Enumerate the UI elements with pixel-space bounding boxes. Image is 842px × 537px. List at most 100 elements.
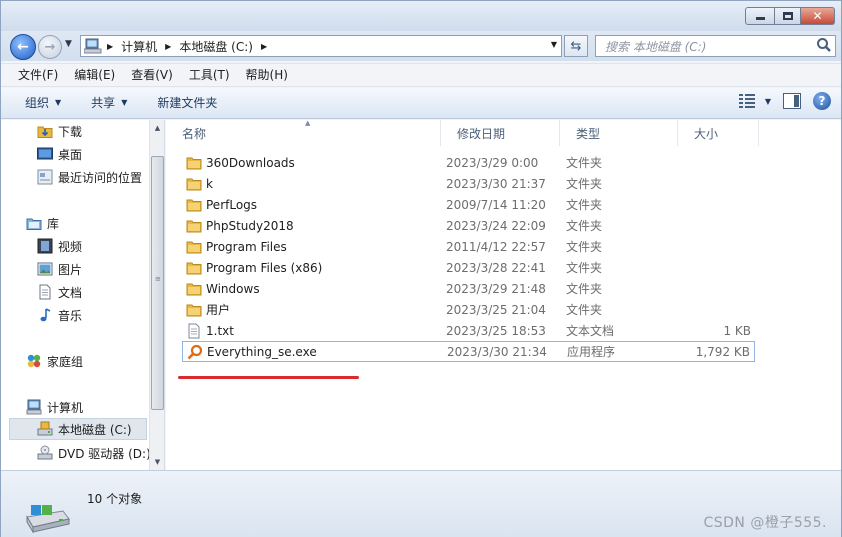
forward-button[interactable]: → xyxy=(38,35,62,59)
column-header-type[interactable]: 类型 xyxy=(560,120,678,146)
maximize-button[interactable] xyxy=(775,7,801,25)
file-row[interactable]: PerfLogs 2009/7/14 11:20 文件夹 xyxy=(182,194,755,215)
file-row[interactable]: PhpStudy2018 2023/3/24 22:09 文件夹 xyxy=(182,215,755,236)
folder-icon xyxy=(186,262,202,274)
nav-item-computer[interactable]: 计算机 xyxy=(26,396,83,418)
scroll-down-icon[interactable]: ▼ xyxy=(150,454,164,470)
nav-item-music[interactable]: 音乐 xyxy=(37,304,82,326)
close-button[interactable]: ✕ xyxy=(801,7,835,25)
share-button[interactable]: 共享 ▼ xyxy=(83,91,135,115)
column-header-date[interactable]: 修改日期 xyxy=(441,120,560,146)
column-header-label: 修改日期 xyxy=(457,126,506,141)
nav-item-label: 最近访问的位置 xyxy=(58,170,143,185)
menu-file[interactable]: 文件(F) xyxy=(10,64,66,86)
nav-item-videos[interactable]: 视频 xyxy=(37,235,82,257)
file-row[interactable]: Program Files 2011/4/12 22:57 文件夹 xyxy=(182,236,755,257)
view-controls: ▼ ? xyxy=(738,92,831,110)
file-row-selected[interactable]: Everything_se.exe 2023/3/30 21:34 应用程序 1… xyxy=(182,341,755,362)
nav-item-dvd-drive-d[interactable]: DVD 驱动器 (D:) xyxy=(37,442,151,464)
nav-item-local-disk-c[interactable]: 本地磁盘 (C:) xyxy=(9,418,147,440)
nav-item-documents[interactable]: 文档 xyxy=(37,281,82,303)
navigation-pane: 下载 桌面 最近访问的位置 库 视频 图片 文档 音乐 家庭组 计算机 本地磁盘… xyxy=(1,120,165,470)
minimize-icon xyxy=(755,17,765,20)
file-type: 文件夹 xyxy=(566,219,603,233)
menu-help[interactable]: 帮助(H) xyxy=(238,64,296,86)
file-list: 名称 ▲ 修改日期 类型 大小 360Downloads 2023/3/29 0… xyxy=(166,119,841,470)
file-row[interactable]: Program Files (x86) 2023/3/28 22:41 文件夹 xyxy=(182,257,755,278)
organize-button[interactable]: 组织 ▼ xyxy=(17,91,69,115)
help-button[interactable]: ? xyxy=(813,92,831,110)
column-header-name[interactable]: 名称 ▲ xyxy=(166,119,441,146)
computer-icon xyxy=(26,399,42,415)
breadcrumb-separator-icon[interactable]: ▶ xyxy=(257,42,271,51)
chevron-down-icon: ▼ xyxy=(121,98,128,107)
search-box[interactable]: 搜索 本地磁盘 (C:) xyxy=(595,35,836,57)
file-type: 文件夹 xyxy=(566,303,603,317)
everything-app-icon xyxy=(187,344,203,359)
folder-icon xyxy=(186,178,202,190)
nav-item-label: 下载 xyxy=(58,124,83,139)
share-label: 共享 xyxy=(91,96,116,110)
recent-pages-dropdown[interactable]: ▼ xyxy=(65,39,72,49)
file-row[interactable]: k 2023/3/30 21:37 文件夹 xyxy=(182,173,755,194)
file-name: 1.txt xyxy=(206,323,234,338)
file-date: 2023/3/30 21:34 xyxy=(447,344,547,359)
file-type: 文件夹 xyxy=(566,177,603,191)
nav-item-label: 家庭组 xyxy=(47,354,84,369)
nav-item-pictures[interactable]: 图片 xyxy=(37,258,82,280)
file-type: 文件夹 xyxy=(566,282,603,296)
refresh-button[interactable]: ⇆ xyxy=(564,35,588,57)
nav-pane-scrollbar[interactable]: ▲ ≡ ▼ xyxy=(149,120,164,470)
breadcrumb-computer[interactable]: 计算机 xyxy=(117,36,161,56)
breadcrumb-separator-icon[interactable]: ▶ xyxy=(103,42,117,51)
file-size: 1,792 KB xyxy=(695,344,750,359)
menu-edit[interactable]: 编辑(E) xyxy=(66,64,123,86)
menu-view[interactable]: 查看(V) xyxy=(123,64,181,86)
command-bar: 组织 ▼ 共享 ▼ 新建文件夹 ▼ ? xyxy=(1,88,841,119)
breadcrumb-separator-icon[interactable]: ▶ xyxy=(161,42,175,51)
back-button[interactable]: ← xyxy=(10,34,36,60)
address-row: ← → ▼ ▶ 计算机 ▶ 本地磁盘 (C:) ▶ ▼ ⇆ 搜索 本地磁盘 (C… xyxy=(1,31,841,61)
text-file-icon xyxy=(188,323,200,338)
file-date: 2009/7/14 11:20 xyxy=(446,197,546,212)
new-folder-button[interactable]: 新建文件夹 xyxy=(149,91,225,115)
file-name: Windows xyxy=(206,281,260,296)
address-dropdown-icon[interactable]: ▼ xyxy=(551,40,557,49)
preview-pane-button[interactable] xyxy=(783,93,801,109)
nav-item-homegroup[interactable]: 家庭组 xyxy=(26,350,83,372)
scrollbar-thumb[interactable]: ≡ xyxy=(151,156,164,410)
local-disk-icon xyxy=(37,421,53,436)
file-name: 360Downloads xyxy=(206,155,295,170)
title-bar[interactable]: ✕ xyxy=(1,1,841,31)
search-icon[interactable] xyxy=(815,36,835,56)
file-name: PerfLogs xyxy=(206,197,258,212)
file-row[interactable]: Windows 2023/3/29 21:48 文件夹 xyxy=(182,278,755,299)
nav-item-downloads[interactable]: 下载 xyxy=(37,120,82,142)
folder-icon xyxy=(186,283,202,295)
download-folder-icon xyxy=(37,126,53,138)
search-input[interactable]: 搜索 本地磁盘 (C:) xyxy=(596,38,815,55)
change-view-button[interactable]: ▼ xyxy=(738,94,771,108)
file-date: 2023/3/24 22:09 xyxy=(446,218,546,233)
nav-item-desktop[interactable]: 桌面 xyxy=(37,143,82,165)
picture-library-icon xyxy=(37,262,53,276)
menu-tools[interactable]: 工具(T) xyxy=(181,64,238,86)
file-name: k xyxy=(206,176,213,191)
file-row[interactable]: 用户 2023/3/25 21:04 文件夹 xyxy=(182,299,755,320)
address-bar[interactable]: ▶ 计算机 ▶ 本地磁盘 (C:) ▶ ▼ xyxy=(80,35,562,57)
nav-item-libraries[interactable]: 库 xyxy=(26,212,59,234)
file-date: 2023/3/25 18:53 xyxy=(446,323,546,338)
sort-ascending-icon: ▲ xyxy=(305,119,311,127)
breadcrumb-local-disk[interactable]: 本地磁盘 (C:) xyxy=(175,36,257,56)
minimize-button[interactable] xyxy=(745,7,775,25)
desktop-icon xyxy=(37,147,53,160)
scroll-up-icon[interactable]: ▲ xyxy=(150,120,164,136)
folder-icon xyxy=(186,157,202,169)
file-row[interactable]: 1.txt 2023/3/25 18:53 文本文档 1 KB xyxy=(182,320,755,341)
file-date: 2023/3/30 21:37 xyxy=(446,176,546,191)
file-row[interactable]: 360Downloads 2023/3/29 0:00 文件夹 xyxy=(182,152,755,173)
column-header-size[interactable]: 大小 xyxy=(678,120,759,146)
arrow-left-icon: ← xyxy=(17,39,29,55)
file-date: 2023/3/28 22:41 xyxy=(446,260,546,275)
nav-item-recent-places[interactable]: 最近访问的位置 xyxy=(37,166,142,188)
